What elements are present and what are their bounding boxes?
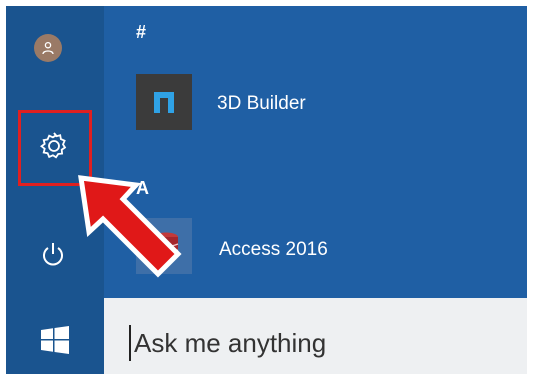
annotation-arrow-icon: [78, 175, 182, 278]
